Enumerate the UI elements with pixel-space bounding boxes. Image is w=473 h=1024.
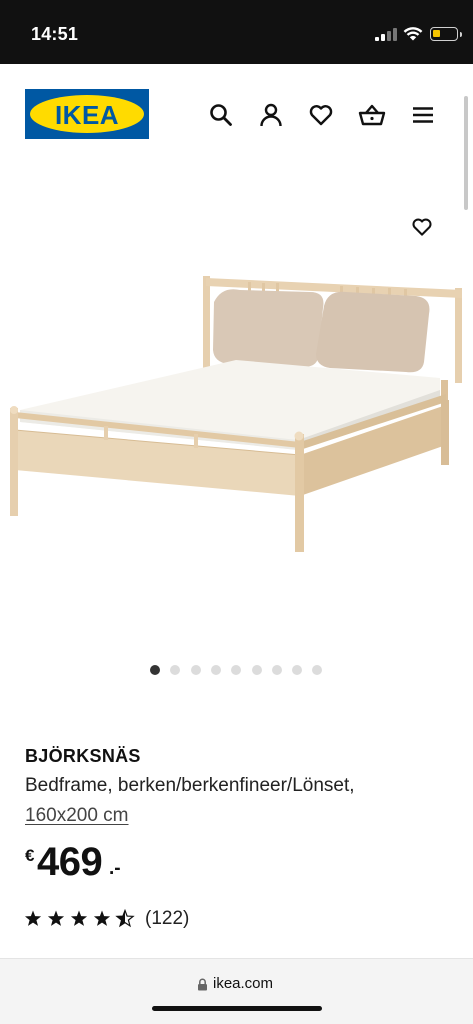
shopping-basket-icon[interactable] [358, 102, 386, 128]
price-decimals: .- [109, 858, 121, 879]
ikea-logo[interactable]: IKEA [25, 89, 149, 139]
product-description: Bedframe, berken/berkenfineer/Lönset, [25, 775, 355, 796]
url-text: ikea.com [213, 975, 274, 992]
price-integer: 469 [37, 840, 103, 884]
wishlist-heart-icon[interactable] [308, 102, 334, 128]
carousel-dot[interactable] [231, 665, 242, 675]
account-icon[interactable] [258, 102, 284, 128]
lock-icon [198, 978, 207, 991]
browser-url-bar[interactable]: ikea.com [0, 958, 473, 1024]
search-icon[interactable] [208, 102, 234, 128]
rating-star-icon [70, 910, 88, 926]
carousel-dot[interactable] [271, 665, 282, 675]
carousel-dot[interactable] [312, 665, 323, 675]
carousel-dot[interactable] [210, 665, 221, 675]
logo-text: IKEA [54, 100, 120, 130]
status-bar: 14:51 [0, 0, 473, 64]
price-currency: € [25, 846, 35, 865]
carousel-dot[interactable] [150, 665, 160, 675]
wifi-icon [403, 27, 423, 41]
review-count-link[interactable]: (122) [145, 908, 189, 930]
add-to-wishlist-button[interactable] [400, 205, 444, 249]
carousel-dot[interactable] [190, 665, 201, 675]
rating-stars[interactable] [25, 909, 135, 929]
battery-icon [430, 27, 462, 41]
carousel-dot[interactable] [251, 665, 262, 675]
rating-star-icon [47, 910, 65, 926]
product-size-link[interactable]: 160x200 cm [25, 805, 129, 827]
heart-icon [412, 218, 432, 236]
rating-star-icon [93, 910, 111, 926]
home-indicator[interactable] [152, 1006, 322, 1011]
rating-star-icon [25, 910, 42, 926]
carousel-dot[interactable] [170, 665, 181, 675]
site-header: IKEA [0, 64, 473, 164]
status-time: 14:51 [31, 24, 79, 44]
product-image[interactable] [0, 250, 473, 570]
product-name: BJÖRKSNÄS [25, 746, 141, 766]
page-scroll-indicator[interactable] [464, 96, 468, 210]
cellular-signal-icon [375, 27, 397, 41]
carousel-dot[interactable] [292, 665, 303, 675]
menu-icon[interactable] [410, 102, 436, 128]
